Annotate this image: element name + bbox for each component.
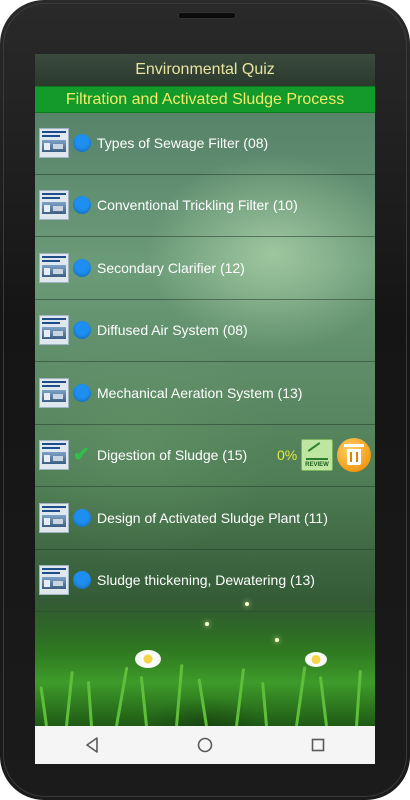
phone-frame: Environmental Quiz Filtration and Activa… — [0, 0, 410, 800]
system-navigation-bar — [35, 726, 375, 764]
topic-score: 0% — [277, 447, 298, 464]
grass-background — [35, 602, 375, 727]
topic-label: Design of Activated Sludge Plant (11) — [97, 509, 328, 526]
sparkle — [205, 622, 209, 626]
review-icon[interactable]: REVIEW — [301, 439, 333, 472]
topic-row[interactable]: Conventional Trickling Filter (10) — [35, 175, 375, 237]
not-started-dot-icon — [73, 133, 91, 152]
back-icon[interactable] — [72, 730, 112, 760]
topic-row[interactable]: ✔ Digestion of Sludge (15) 0% REVIEW — [35, 425, 375, 487]
not-started-dot-icon — [73, 196, 91, 215]
topic-label: Diffused Air System (08) — [97, 322, 248, 339]
topic-thumbnail — [39, 377, 69, 408]
home-icon[interactable] — [185, 730, 225, 760]
app-screen: Environmental Quiz Filtration and Activa… — [35, 54, 375, 764]
daisy-flower — [135, 650, 161, 668]
review-badge-text: REVIEW — [305, 462, 329, 469]
topic-thumbnail — [39, 252, 69, 283]
topic-label: Digestion of Sludge (15) — [97, 447, 248, 464]
checkmark-icon: ✔ — [73, 444, 90, 467]
topic-thumbnail — [39, 565, 69, 596]
not-started-dot-icon — [73, 258, 91, 277]
topic-thumbnail — [39, 127, 69, 158]
topic-list: Types of Sewage Filter (08) Conventional… — [35, 112, 375, 612]
app-title: Environmental Quiz — [135, 61, 275, 78]
title-bar: Environmental Quiz — [35, 54, 375, 86]
topic-row[interactable]: Types of Sewage Filter (08) — [35, 112, 375, 175]
topic-row[interactable]: Design of Activated Sludge Plant (11) — [35, 487, 375, 550]
topic-thumbnail — [39, 190, 69, 221]
not-started-dot-icon — [73, 383, 91, 402]
sparkle — [245, 602, 249, 606]
section-header: Filtration and Activated Sludge Process — [35, 86, 375, 113]
recents-icon[interactable] — [298, 730, 338, 760]
topic-thumbnail — [39, 440, 69, 471]
topic-row[interactable]: Mechanical Aeration System (13) — [35, 362, 375, 425]
daisy-flower — [305, 652, 327, 667]
topic-label: Conventional Trickling Filter (10) — [97, 197, 298, 214]
topic-row[interactable]: Secondary Clarifier (12) — [35, 237, 375, 300]
not-started-dot-icon — [73, 321, 91, 340]
trash-icon[interactable] — [337, 438, 371, 473]
topic-thumbnail — [39, 502, 69, 533]
section-title: Filtration and Activated Sludge Process — [65, 90, 345, 108]
topic-label: Types of Sewage Filter (08) — [97, 134, 269, 151]
topic-label: Secondary Clarifier (12) — [97, 259, 245, 276]
topic-label: Sludge thickening, Dewatering (13) — [97, 572, 315, 589]
topic-label: Mechanical Aeration System (13) — [97, 384, 303, 401]
not-started-dot-icon — [73, 571, 91, 590]
topic-thumbnail — [39, 315, 69, 346]
not-started-dot-icon — [73, 508, 91, 527]
sparkle — [275, 638, 279, 642]
topic-row[interactable]: Diffused Air System (08) — [35, 300, 375, 362]
earpiece-speaker — [178, 12, 236, 19]
